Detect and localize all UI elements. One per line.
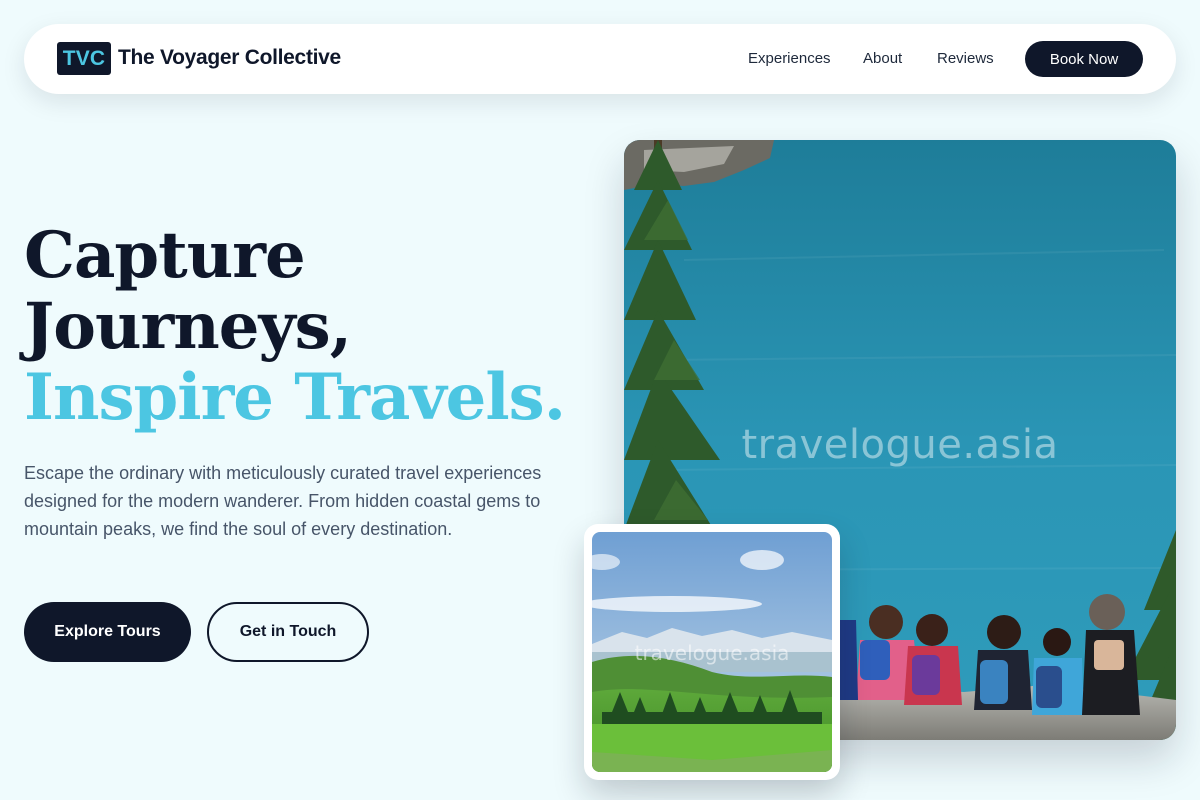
get-in-touch-button[interactable]: Get in Touch <box>207 602 369 662</box>
brand-logo[interactable]: TVC <box>57 42 111 75</box>
nav-link-experiences[interactable]: Experiences <box>748 50 831 67</box>
explore-tours-button[interactable]: Explore Tours <box>24 602 191 662</box>
nav-link-about[interactable]: About <box>863 50 902 67</box>
headline-line-1: Capture <box>24 218 306 293</box>
secondary-photo-watermark: travelogue.asia <box>634 641 790 665</box>
hero-headline: Capture Journeys, Inspire Travels. <box>24 218 566 435</box>
hero-secondary-photo-card: travelogue.asia <box>584 524 840 780</box>
top-navigation-bar: TVC The Voyager Collective Experiences A… <box>24 24 1176 94</box>
main-photo-watermark: travelogue.asia <box>741 422 1059 468</box>
hero-secondary-photo: travelogue.asia <box>592 532 832 772</box>
hero-description: Escape the ordinary with meticulously cu… <box>24 463 542 539</box>
headline-accent-line: Inspire Travels. <box>24 360 566 435</box>
headline-line-2: Journeys, <box>24 289 352 364</box>
nav-link-reviews[interactable]: Reviews <box>937 50 994 67</box>
book-now-button[interactable]: Book Now <box>1025 41 1143 77</box>
brand-name[interactable]: The Voyager Collective <box>118 46 341 70</box>
